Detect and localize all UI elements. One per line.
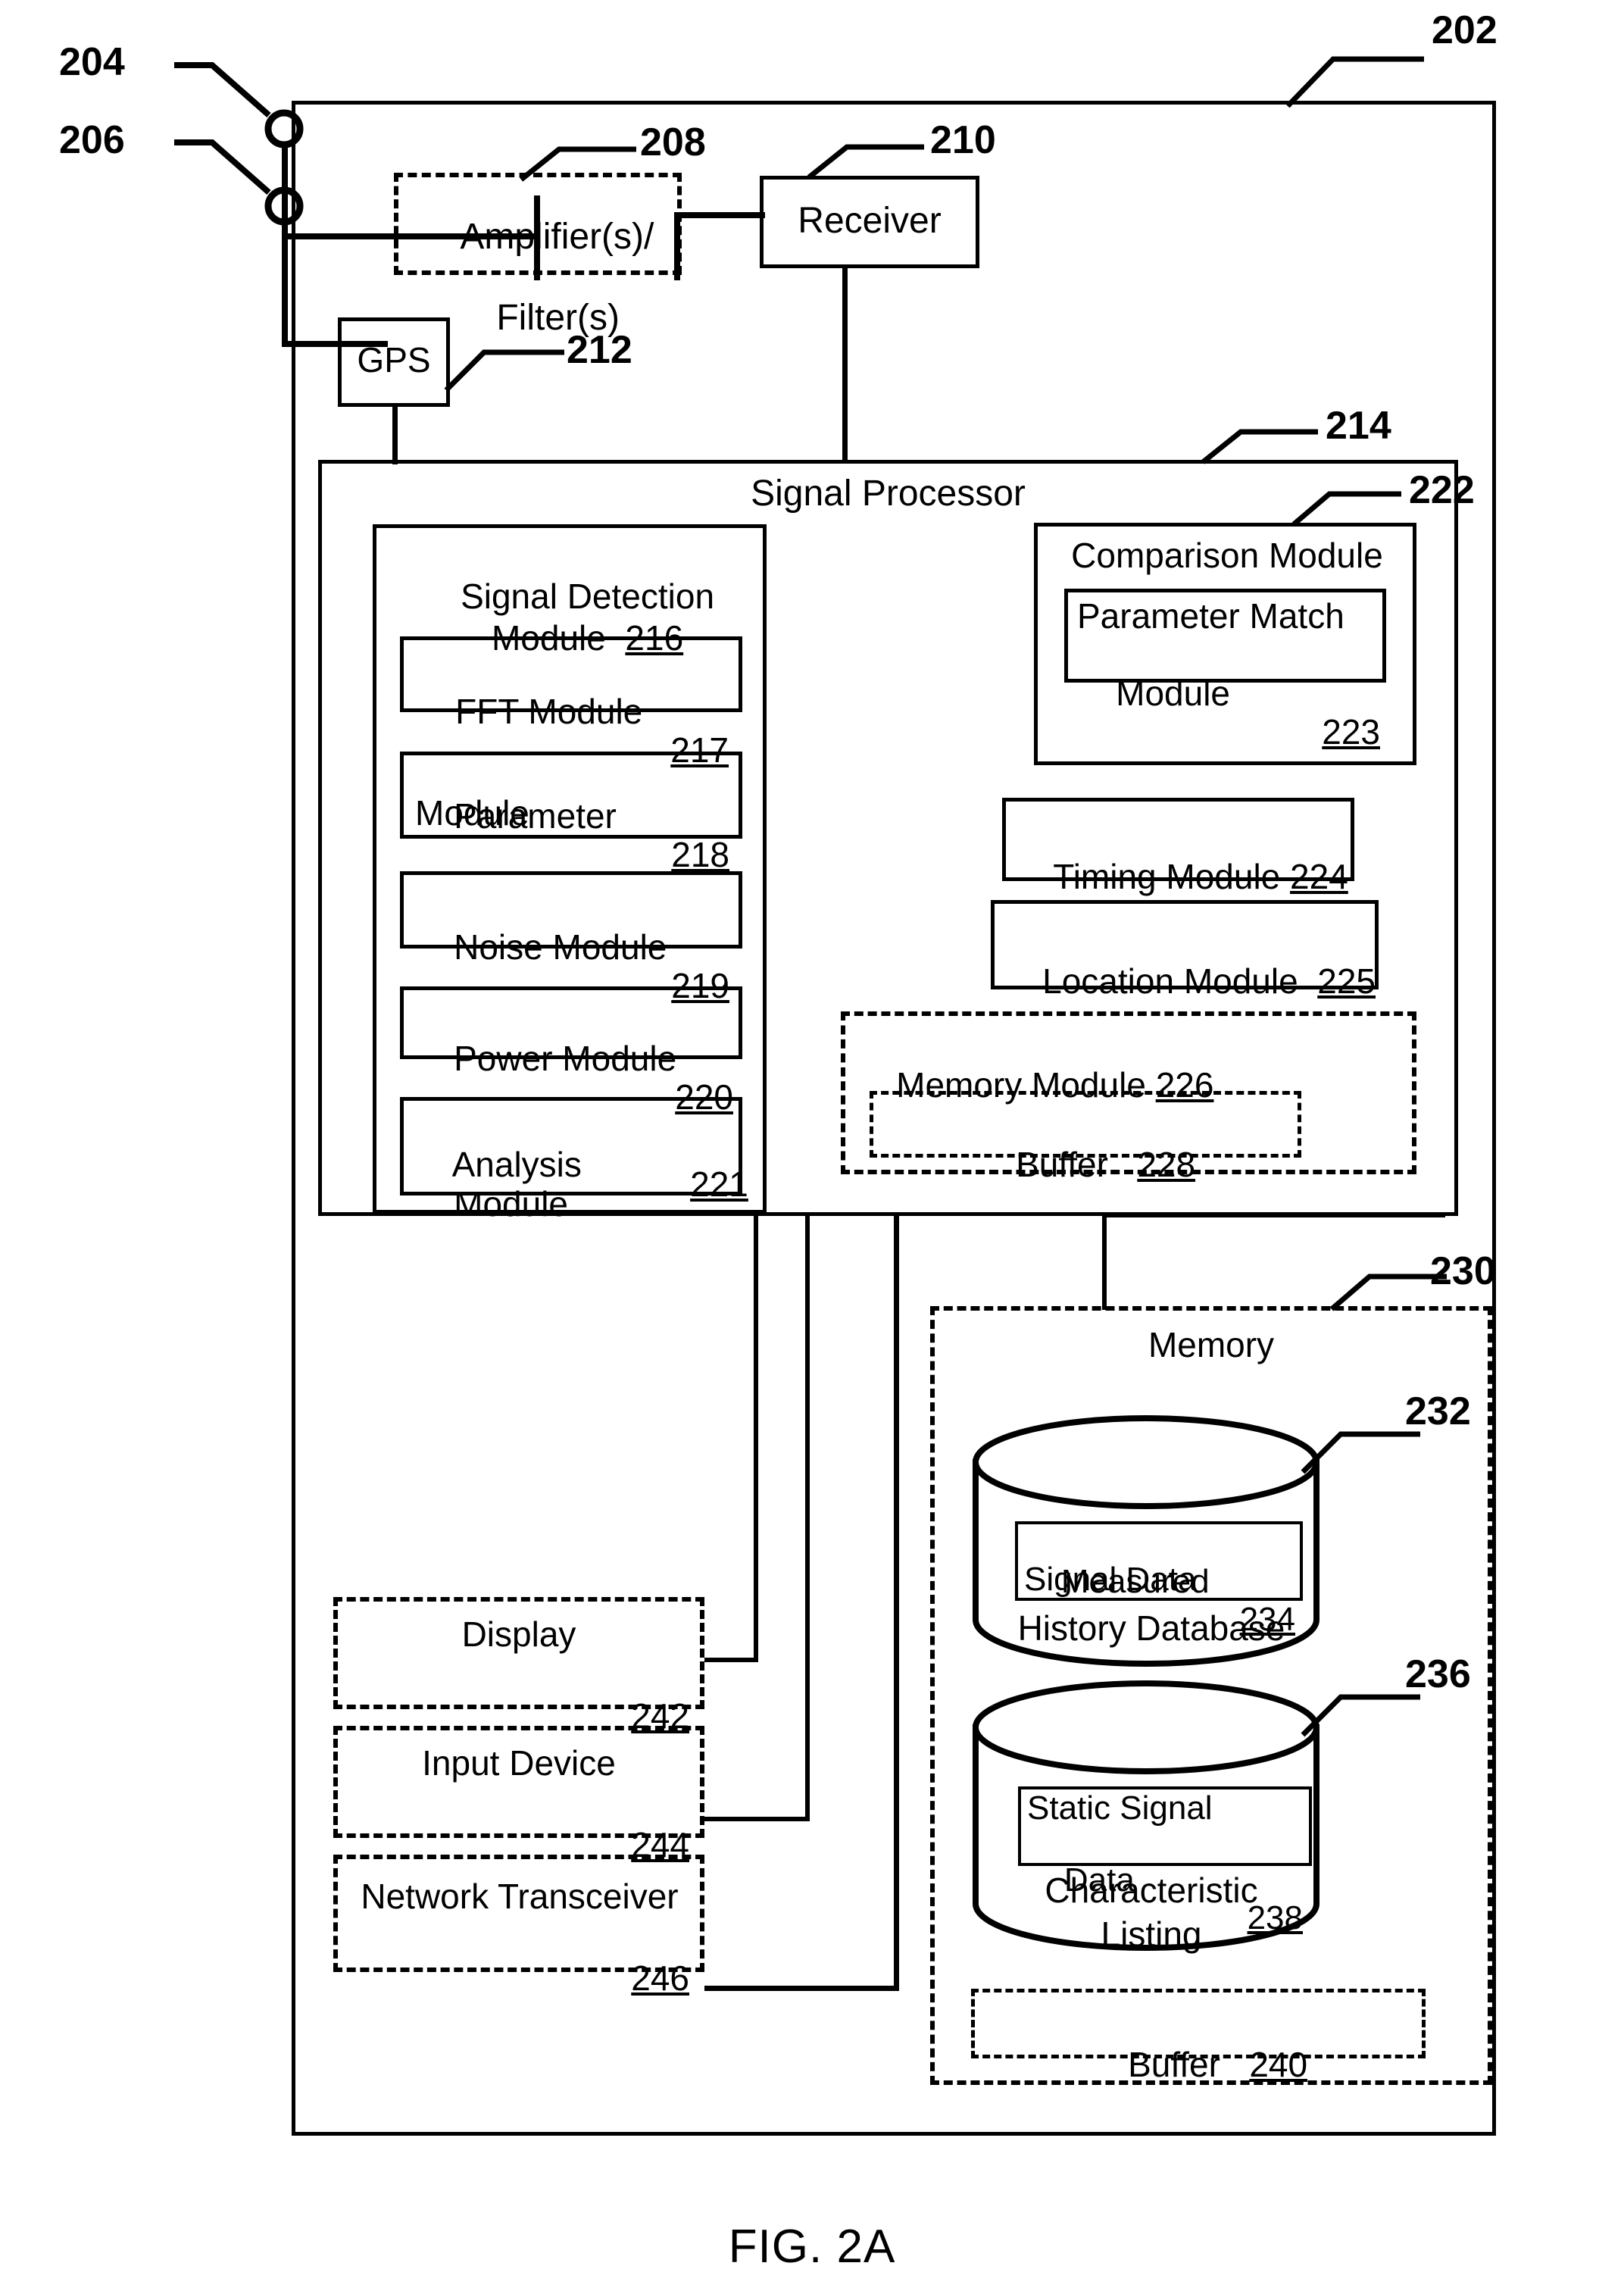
wire-sp-to-display xyxy=(754,1214,758,1661)
leader-line-208 xyxy=(519,146,636,182)
input-device-label: Input Device xyxy=(422,1743,616,1783)
ref-number-230: 230 xyxy=(1430,1249,1496,1293)
ref-number-206: 206 xyxy=(59,118,125,162)
analysis-module-ref-221: 221 xyxy=(690,1164,748,1204)
parameter-module-ref-218: 218 xyxy=(671,835,729,875)
buffer-228-label: Buffer xyxy=(1016,1144,1108,1184)
analysis-module-label2: Module xyxy=(454,1183,568,1224)
timing-module-label: Timing Module xyxy=(1053,856,1281,896)
timing-module-ref-224: 224 xyxy=(1290,856,1348,896)
characteristic-listing-caption-line1: Characteristic xyxy=(1045,1871,1258,1910)
parameter-match-line1: Parameter Match xyxy=(1077,596,1344,636)
network-transceiver-ref-wrap: 246 xyxy=(576,1920,689,2037)
parameter-match-ref-223: 223 xyxy=(1322,712,1380,752)
history-database-caption: History Database xyxy=(1017,1608,1285,1648)
network-transceiver-label: Network Transceiver xyxy=(361,1877,679,1916)
wire-amplifier-output-stub xyxy=(674,215,680,280)
wire-sp-to-network-transceiver-horizontal xyxy=(704,1986,899,1991)
ref-number-210: 210 xyxy=(930,118,996,162)
receiver-label: Receiver xyxy=(798,201,942,241)
wire-amplifier-to-receiver xyxy=(674,212,765,218)
leader-line-232 xyxy=(1301,1431,1420,1474)
analysis-module-ref-wrap: 221 xyxy=(651,1126,748,1243)
leader-line-236 xyxy=(1301,1694,1420,1737)
characteristic-listing-caption-line2: Listing xyxy=(1101,1914,1202,1954)
figure-caption: FIG. 2A xyxy=(728,2221,896,2273)
measured-signal-data-line1: Measured 234 xyxy=(1024,1526,1295,1675)
wire-sp-to-input-device-horizontal xyxy=(704,1817,810,1821)
buffer-240-label: Buffer xyxy=(1128,2044,1220,2084)
display-label: Display xyxy=(461,1614,576,1654)
network-transceiver-ref-246: 246 xyxy=(631,1958,689,1998)
wire-sp-to-display-horizontal xyxy=(704,1658,758,1662)
wire-sp-to-memory xyxy=(1102,1213,1107,1310)
parameter-match-line2: Module 223 xyxy=(1077,635,1380,791)
location-module-label: Location Module xyxy=(1042,961,1298,1001)
ref-number-208: 208 xyxy=(640,120,706,164)
noise-module-label: Noise Module xyxy=(454,927,667,967)
buffer-240-row: Buffer 240 xyxy=(980,2006,1416,2124)
wire-sp-to-input-device xyxy=(805,1214,810,1821)
figure-canvas: 202 204 206 Amplifier(s)/ Filter(s) 208 … xyxy=(0,0,1624,2291)
buffer-228-row: Buffer 228 xyxy=(879,1106,1294,1224)
wire-receiver-to-signal-processor xyxy=(842,267,848,462)
wire-gps-to-signal-processor xyxy=(392,405,398,464)
ref-number-222: 222 xyxy=(1409,468,1475,512)
buffer-240-ref: 240 xyxy=(1249,2044,1308,2084)
amplifier-filter-line1: Amplifier(s)/ xyxy=(460,216,654,257)
parameter-module-line2: Module xyxy=(415,793,529,833)
ref-number-202: 202 xyxy=(1432,8,1498,52)
fft-module-label: FFT Module xyxy=(455,691,643,731)
leader-line-222 xyxy=(1291,491,1401,527)
wire-antenna206-down xyxy=(282,221,288,346)
location-module-ref-225: 225 xyxy=(1317,961,1376,1001)
wire-sp-to-network-transceiver xyxy=(894,1214,899,1990)
measured-signal-data-line2: Signal Data xyxy=(1024,1561,1197,1598)
leader-line-210 xyxy=(807,144,924,180)
ref-number-214: 214 xyxy=(1326,404,1391,448)
wire-sp-right-segment xyxy=(1104,1213,1445,1217)
ref-number-236: 236 xyxy=(1405,1652,1471,1696)
gps-label: GPS xyxy=(357,340,431,380)
ref-number-212: 212 xyxy=(567,328,632,372)
parameter-match-label2: Module xyxy=(1116,673,1230,713)
power-module-label: Power Module xyxy=(454,1038,677,1078)
static-signal-data-line1: Static Signal xyxy=(1027,1789,1213,1827)
ref-number-204: 204 xyxy=(59,40,125,84)
ref-number-232: 232 xyxy=(1405,1389,1471,1433)
buffer-228-ref: 228 xyxy=(1137,1144,1196,1184)
antenna-206-symbol xyxy=(174,139,304,226)
